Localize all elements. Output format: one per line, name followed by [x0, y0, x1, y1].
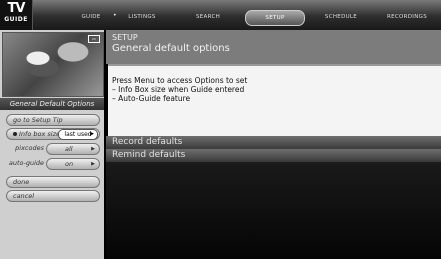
selected-bullet-icon — [13, 132, 17, 136]
tv-guide-logo: TV GUIDE — [0, 0, 33, 30]
go-to-setup-label: go to Setup Tip — [13, 116, 63, 124]
done-label: done — [13, 178, 30, 186]
empty-panel — [106, 162, 441, 259]
tab-listings[interactable]: Listings — [117, 10, 167, 24]
auto-guide-selector[interactable]: on ▶ — [46, 158, 100, 170]
info-box-size-value[interactable]: last used ▶ — [58, 129, 98, 140]
pixcodes-selector[interactable]: all ▶ — [46, 143, 100, 155]
breadcrumb: SETUP — [112, 33, 138, 42]
cancel-button[interactable]: cancel — [6, 190, 100, 202]
auto-guide-label: auto-guide — [8, 159, 44, 167]
info-line-3: – Auto-Guide feature — [112, 94, 191, 103]
arrow-right-icon: ▶ — [90, 131, 94, 137]
remind-defaults-item[interactable]: Remind defaults — [106, 149, 441, 162]
info-box-size-value-text: last used — [64, 131, 92, 138]
tab-schedule[interactable]: Schedule — [315, 10, 367, 24]
record-defaults-item[interactable]: Record defaults — [106, 136, 441, 149]
tab-setup[interactable]: Setup — [245, 10, 305, 26]
arrow-right-icon: ▶ — [91, 161, 95, 167]
video-window-icon: ▭ — [88, 35, 100, 43]
info-line-2: – Info Box size when Guide entered — [112, 85, 245, 94]
logo-guide-text: GUIDE — [4, 16, 28, 23]
separator-icon: • — [113, 12, 117, 19]
top-navigation: Guide • Listings Search Setup Schedule R… — [33, 0, 441, 30]
auto-guide-value: on — [65, 160, 74, 168]
arrow-right-icon: ▶ — [91, 146, 95, 152]
info-text-box: Press Menu to access Options to set – In… — [108, 64, 441, 136]
options-menu-title: General Default Options — [0, 98, 104, 110]
info-box-size-label: Info box size — [19, 130, 60, 138]
cancel-label: cancel — [13, 192, 35, 200]
logo-tv-text: TV — [7, 1, 26, 16]
main-panel: SETUP General default options Press Menu… — [106, 30, 441, 259]
info-line-1: Press Menu to access Options to set — [112, 76, 248, 85]
tab-guide[interactable]: Guide — [73, 10, 109, 24]
pixcodes-label: pixcodes — [15, 144, 44, 152]
setup-header: SETUP General default options — [106, 30, 441, 64]
section-title: General default options — [112, 43, 230, 54]
video-preview[interactable]: ▭ — [2, 32, 104, 97]
sidebar: ▭ General Default Options go to Setup Ti… — [0, 30, 104, 259]
tab-recordings[interactable]: Recordings — [377, 10, 437, 24]
done-button[interactable]: done — [6, 176, 100, 188]
tab-search[interactable]: Search — [183, 10, 233, 24]
pixcodes-value: all — [65, 145, 73, 153]
go-to-setup-button[interactable]: go to Setup Tip — [6, 114, 100, 126]
